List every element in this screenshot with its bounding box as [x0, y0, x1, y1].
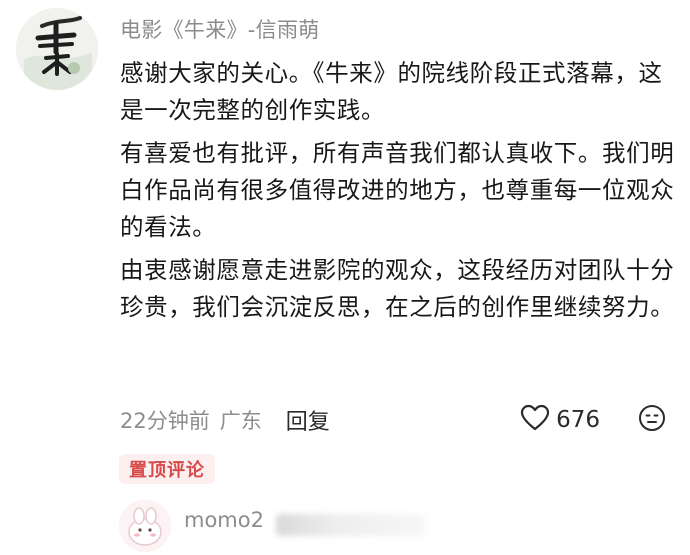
comment-paragraph: 由衷感谢愿意走进影院的观众，这段经历对团队十分珍贵，我们会沉淀反思，在之后的创作… — [120, 256, 675, 321]
next-comment-author-name[interactable]: momo2 — [184, 508, 264, 532]
comment-paragraph: 感谢大家的关心。《牛来》的院线阶段正式落幕，这是一次完整的创作实践。 — [120, 59, 663, 124]
like-count: 676 — [556, 407, 600, 433]
pinned-badge: 置顶评论 — [119, 454, 215, 484]
comment-time: 22分钟前 — [120, 409, 210, 433]
comment-location: 广东 — [219, 409, 262, 433]
comment-body: 感谢大家的关心。《牛来》的院线阶段正式落幕，这是一次完整的创作实践。 有喜爱也有… — [120, 55, 680, 332]
comment-meta-row: 22分钟前 广东 回复 676 — [120, 402, 666, 438]
heart-outline-icon — [520, 404, 550, 436]
comment-author-name[interactable]: 电影《牛来》-信雨萌 — [120, 14, 320, 44]
like-button[interactable]: 676 — [520, 404, 600, 436]
author-avatar[interactable] — [16, 8, 98, 90]
redacted-name-blur — [276, 514, 426, 536]
next-comment-avatar[interactable] — [119, 500, 171, 552]
reply-button[interactable]: 回复 — [286, 404, 330, 436]
emoji-face-icon[interactable] — [638, 404, 666, 436]
comment-paragraph: 有喜爱也有批评，所有声音我们都认真收下。我们明白作品尚有很多值得改进的地方，也尊… — [120, 139, 675, 241]
